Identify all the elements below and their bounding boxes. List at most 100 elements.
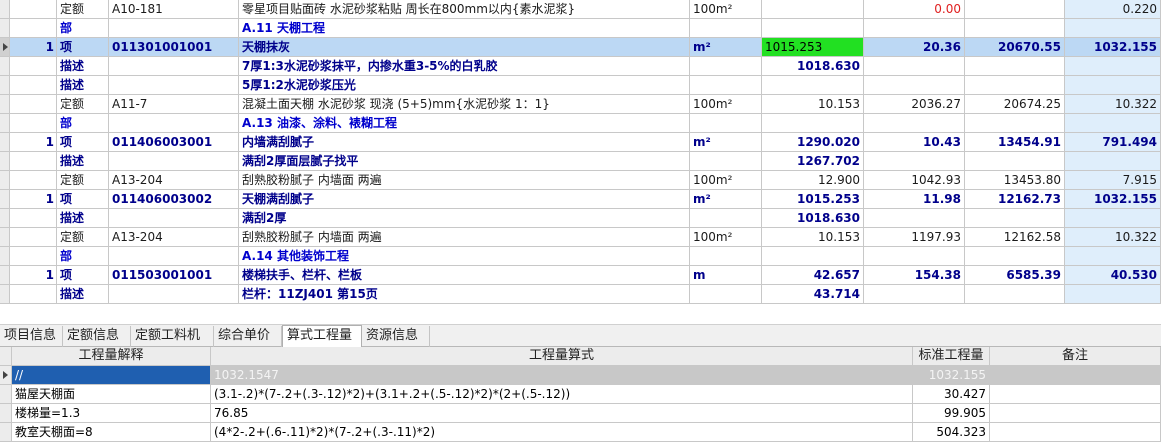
row-header[interactable] bbox=[0, 247, 10, 266]
quantity-description[interactable]: 楼梯量=1.3 bbox=[12, 404, 211, 423]
row-type: 部 bbox=[57, 114, 109, 133]
tab-project-info[interactable]: 项目信息 bbox=[0, 326, 63, 347]
table-row[interactable]: 描述 满刮2厚 1018.630 bbox=[0, 209, 1161, 228]
table-row[interactable]: 描述 满刮2厚面层腻子找平 1267.702 bbox=[0, 152, 1161, 171]
row-header[interactable] bbox=[0, 385, 12, 404]
standard-quantity[interactable]: 1032.155 bbox=[913, 366, 990, 385]
row-type: 定额 bbox=[57, 228, 109, 247]
row-header[interactable] bbox=[0, 190, 10, 209]
table-row[interactable]: 1 项 011406003002 天棚满刮腻子 m² 1015.253 11.9… bbox=[0, 190, 1161, 209]
row-type: 描述 bbox=[57, 152, 109, 171]
row-total: 12162.58 bbox=[965, 228, 1065, 247]
column-header-description[interactable]: 工程量解释 bbox=[12, 347, 211, 366]
standard-quantity[interactable]: 504.323 bbox=[913, 423, 990, 442]
quantity-formula[interactable]: 76.85 bbox=[211, 404, 913, 423]
quantity-description[interactable]: // bbox=[12, 366, 211, 385]
column-header-formula[interactable]: 工程量算式 bbox=[211, 347, 913, 366]
table-row[interactable]: 描述 5厚1:2水泥砂浆压光 bbox=[0, 76, 1161, 95]
row-header[interactable] bbox=[0, 57, 10, 76]
table-row[interactable]: 1 项 011503001001 楼梯扶手、栏杆、栏板 m 42.657 154… bbox=[0, 266, 1161, 285]
quantity-description[interactable]: 教室天棚面=8 bbox=[12, 423, 211, 442]
panel-splitter[interactable] bbox=[0, 306, 1161, 325]
row-header[interactable] bbox=[0, 285, 10, 304]
row-name: 混凝土面天棚 水泥砂浆 现浇 (5+5)mm{水泥砂浆 1：1} bbox=[239, 95, 690, 114]
tab-formula-quantity[interactable]: 算式工程量 bbox=[282, 325, 362, 348]
table-row[interactable]: 部 A.13 油漆、涂料、裱糊工程 bbox=[0, 114, 1161, 133]
row-header[interactable] bbox=[0, 209, 10, 228]
row-total bbox=[965, 114, 1065, 133]
row-unit bbox=[690, 114, 762, 133]
row-type: 部 bbox=[57, 19, 109, 38]
row-qty2 bbox=[1065, 285, 1161, 304]
row-qty bbox=[762, 114, 864, 133]
table-row[interactable]: 部 A.14 其他装饰工程 bbox=[0, 247, 1161, 266]
row-qty2 bbox=[1065, 57, 1161, 76]
tab-resource-info[interactable]: 资源信息 bbox=[362, 326, 430, 347]
row-total bbox=[965, 285, 1065, 304]
row-header[interactable] bbox=[0, 404, 12, 423]
tab-quota-materials[interactable]: 定额工料机 bbox=[131, 326, 214, 347]
row-code bbox=[109, 285, 239, 304]
row-total: 12162.73 bbox=[965, 190, 1065, 209]
table-row[interactable]: 楼梯量=1.3 76.85 99.905 bbox=[0, 404, 1161, 423]
row-total: 13454.91 bbox=[965, 133, 1065, 152]
row-name: 刮熟胶粉腻子 内墙面 两遍 bbox=[239, 228, 690, 247]
table-row[interactable]: 猫屋天棚面 (3.1-.2)*(7-.2+(.3-.12)*2)+(3.1+.2… bbox=[0, 385, 1161, 404]
row-header[interactable] bbox=[0, 95, 10, 114]
table-row[interactable]: 教室天棚面=8 (4*2-.2+(.6-.11)*2)*(7-.2+(.3-.1… bbox=[0, 423, 1161, 442]
row-pointer-icon[interactable] bbox=[0, 38, 10, 57]
table-row[interactable]: 定额 A11-7 混凝土面天棚 水泥砂浆 现浇 (5+5)mm{水泥砂浆 1：1… bbox=[0, 95, 1161, 114]
table-row[interactable]: 描述 7厚1:3水泥砂浆抹平，内掺水重3-5%的白乳胶 1018.630 bbox=[0, 57, 1161, 76]
row-price bbox=[864, 247, 965, 266]
row-pointer-icon[interactable] bbox=[0, 366, 12, 385]
row-header[interactable] bbox=[0, 114, 10, 133]
table-row[interactable]: 定额 A10-181 零星项目贴面砖 水泥砂浆粘贴 周长在800mm以内{素水泥… bbox=[0, 0, 1161, 19]
quantity-note[interactable] bbox=[990, 404, 1161, 423]
quantity-formula[interactable]: (3.1-.2)*(7-.2+(.3-.12)*2)+(3.1+.2+(.5-.… bbox=[211, 385, 913, 404]
tab-unit-price[interactable]: 综合单价 bbox=[214, 326, 282, 347]
quantity-formula[interactable]: (4*2-.2+(.6-.11)*2)*(7-.2+(.3-.11)*2) bbox=[211, 423, 913, 442]
table-row-selected[interactable]: 1 项 011301001001 天棚抹灰 m² 1015.253 20.36 … bbox=[0, 38, 1161, 57]
row-code bbox=[109, 209, 239, 228]
table-row[interactable]: 描述 栏杆：11ZJ401 第15页 43.714 bbox=[0, 285, 1161, 304]
row-code bbox=[109, 114, 239, 133]
row-no bbox=[10, 228, 57, 247]
table-row[interactable]: 部 A.11 天棚工程 bbox=[0, 19, 1161, 38]
row-no bbox=[10, 114, 57, 133]
row-unit: m² bbox=[690, 190, 762, 209]
row-header[interactable] bbox=[0, 76, 10, 95]
row-header[interactable] bbox=[0, 423, 12, 442]
detail-tab-bar: 项目信息 定额信息 定额工料机 综合单价 算式工程量 资源信息 bbox=[0, 325, 1161, 348]
quantity-formula[interactable]: 1032.1547 bbox=[211, 366, 913, 385]
row-header[interactable] bbox=[0, 171, 10, 190]
standard-quantity[interactable]: 30.427 bbox=[913, 385, 990, 404]
quantity-note[interactable] bbox=[990, 423, 1161, 442]
row-price: 11.98 bbox=[864, 190, 965, 209]
row-qty bbox=[762, 19, 864, 38]
row-qty: 43.714 bbox=[762, 285, 864, 304]
row-header[interactable] bbox=[0, 133, 10, 152]
row-header[interactable] bbox=[0, 0, 10, 19]
column-header-standard-quantity[interactable]: 标准工程量 bbox=[913, 347, 990, 366]
table-row-selected[interactable]: // 1032.1547 1032.155 bbox=[0, 366, 1161, 385]
row-header[interactable] bbox=[0, 19, 10, 38]
tab-quota-info[interactable]: 定额信息 bbox=[63, 326, 131, 347]
row-header[interactable] bbox=[0, 152, 10, 171]
row-qty: 10.153 bbox=[762, 95, 864, 114]
quantity-note[interactable] bbox=[990, 366, 1161, 385]
row-header[interactable] bbox=[0, 228, 10, 247]
row-no bbox=[10, 285, 57, 304]
row-code: A11-7 bbox=[109, 95, 239, 114]
table-row[interactable]: 1 项 011406003001 内墙满刮腻子 m² 1290.020 10.4… bbox=[0, 133, 1161, 152]
quantity-note[interactable] bbox=[990, 385, 1161, 404]
row-code bbox=[109, 247, 239, 266]
column-header-note[interactable]: 备注 bbox=[990, 347, 1161, 366]
row-no bbox=[10, 76, 57, 95]
quantity-description[interactable]: 猫屋天棚面 bbox=[12, 385, 211, 404]
row-header[interactable] bbox=[0, 266, 10, 285]
row-name: 栏杆：11ZJ401 第15页 bbox=[239, 285, 690, 304]
standard-quantity[interactable]: 99.905 bbox=[913, 404, 990, 423]
row-qty-editing[interactable]: 1015.253 bbox=[762, 38, 864, 57]
table-row[interactable]: 定额 A13-204 刮熟胶粉腻子 内墙面 两遍 100m² 10.153 11… bbox=[0, 228, 1161, 247]
table-row[interactable]: 定额 A13-204 刮熟胶粉腻子 内墙面 两遍 100m² 12.900 10… bbox=[0, 171, 1161, 190]
